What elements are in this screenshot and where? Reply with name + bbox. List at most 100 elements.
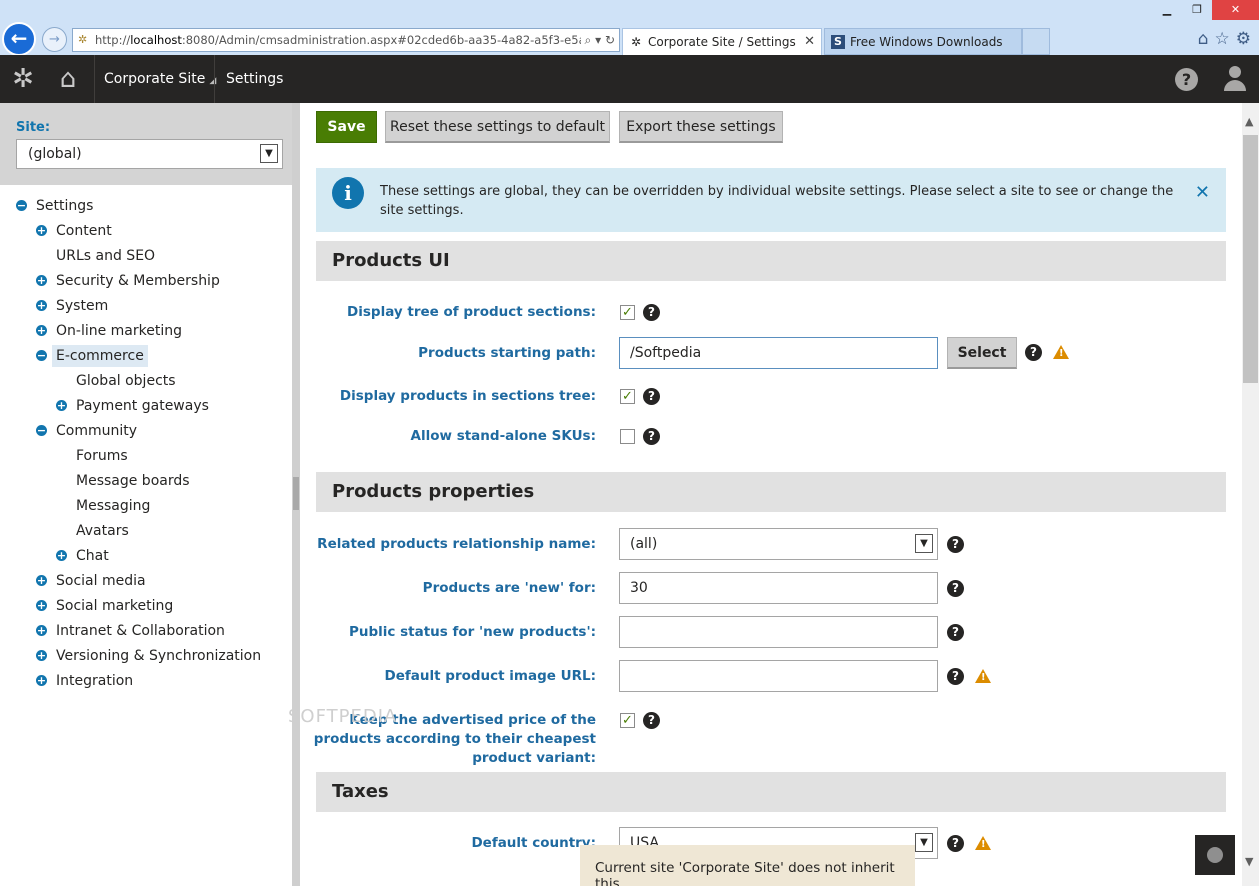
main-content: Save Reset these settings to default Exp… (300, 103, 1242, 886)
help-icon[interactable]: ? (643, 712, 660, 729)
favorites-star-icon[interactable]: ☆ (1215, 29, 1230, 49)
field-label: Products starting path: (418, 345, 596, 361)
new-for-input[interactable]: 30 (619, 572, 938, 604)
warning-icon: ! (1053, 345, 1069, 359)
new-tab-button[interactable] (1022, 28, 1050, 55)
kentico-favicon-icon: ✲ (630, 35, 642, 49)
forward-icon[interactable]: → (42, 27, 67, 52)
dropdown-icon[interactable]: ▾ (595, 33, 601, 47)
expand-icon[interactable]: + (36, 325, 47, 336)
tab-corporate-settings[interactable]: ✲ Corporate Site / Settings ✕ (622, 28, 822, 55)
scroll-up-icon[interactable]: ▲ (1245, 115, 1253, 128)
info-message: i These settings are global, they can be… (316, 168, 1226, 232)
public-status-input[interactable] (619, 616, 938, 648)
chevron-down-icon[interactable]: ▼ (260, 144, 278, 163)
expand-icon[interactable]: + (36, 275, 47, 286)
address-bar[interactable]: ✲ http://localhost:8080/Admin/cmsadminist… (72, 28, 620, 52)
standalone-skus-checkbox[interactable] (620, 429, 635, 444)
expand-icon[interactable]: + (36, 600, 47, 611)
display-products-tree-checkbox[interactable]: ✓ (620, 389, 635, 404)
vertical-scrollbar[interactable]: ▲ ▼ (1242, 103, 1259, 886)
help-icon[interactable]: ? (947, 536, 964, 553)
search-icon[interactable]: ⌕ (585, 33, 592, 47)
help-icon[interactable]: ? (947, 668, 964, 685)
help-icon[interactable]: ? (947, 835, 964, 852)
field-label: Default country: (471, 835, 596, 851)
help-icon[interactable]: ? (1025, 344, 1042, 361)
inheritance-tooltip: Current site 'Corporate Site' does not i… (580, 845, 915, 886)
help-icon[interactable]: ? (1175, 68, 1198, 91)
app-header: ✲ ⌂ Corporate Site ◢ Settings ? (0, 55, 1259, 103)
softpedia-favicon-icon: S (831, 35, 845, 49)
compass-icon[interactable] (1195, 835, 1235, 875)
site-selector[interactable]: Corporate Site ◢ (104, 55, 216, 105)
gear-icon[interactable]: ⚙ (1236, 29, 1251, 49)
tree-node-label: Settings (36, 198, 94, 214)
back-icon[interactable]: ← (2, 22, 36, 56)
help-icon[interactable]: ? (947, 624, 964, 641)
sidebar-splitter[interactable] (292, 103, 300, 886)
expand-icon[interactable]: + (36, 625, 47, 636)
tree-node-label: System (56, 298, 109, 314)
expand-icon[interactable]: + (56, 400, 67, 411)
help-icon[interactable]: ? (643, 304, 660, 321)
default-image-input[interactable] (619, 660, 938, 692)
help-icon[interactable]: ? (643, 388, 660, 405)
help-icon[interactable]: ? (643, 428, 660, 445)
tab-free-windows-downloads[interactable]: S Free Windows Downloads (824, 28, 1022, 55)
scroll-down-icon[interactable]: ▼ (1245, 855, 1253, 868)
relationship-select[interactable]: (all) ▼ (619, 528, 938, 560)
tree-node-label: URLs and SEO (56, 248, 156, 264)
select-path-button[interactable]: Select (947, 337, 1017, 369)
starting-path-input[interactable]: /Softpedia (619, 337, 938, 369)
tree-node-label: Versioning & Synchronization (56, 648, 262, 664)
restore-icon[interactable]: ❐ (1182, 0, 1212, 20)
display-tree-checkbox[interactable]: ✓ (620, 305, 635, 320)
url-rest: :8080/Admin/cmsadministration.aspx#02cde… (181, 33, 612, 47)
user-icon[interactable] (1223, 66, 1247, 92)
refresh-icon[interactable]: ↻ (605, 33, 615, 47)
save-button[interactable]: Save (316, 111, 377, 143)
divider (214, 55, 215, 103)
site-label: Site: (16, 120, 51, 135)
app-breadcrumb[interactable]: Settings (226, 55, 283, 103)
collapse-icon[interactable]: − (36, 350, 47, 361)
dismiss-icon[interactable]: ✕ (1195, 182, 1210, 203)
collapse-icon[interactable]: − (16, 200, 27, 211)
chevron-down-icon[interactable]: ▼ (915, 534, 933, 553)
section-products-ui: Products UI (316, 241, 1226, 281)
tree-node-label: Global objects (76, 373, 176, 389)
info-text: These settings are global, they can be o… (380, 184, 1174, 218)
scroll-thumb[interactable] (1243, 135, 1258, 383)
close-window-icon[interactable]: ✕ (1212, 0, 1259, 20)
help-icon[interactable]: ? (947, 580, 964, 597)
home-icon[interactable]: ⌂ (45, 55, 91, 103)
site-select[interactable]: (global) ▼ (16, 139, 283, 169)
expand-icon[interactable]: + (56, 550, 67, 561)
tree-node-label: Community (56, 423, 138, 439)
collapse-handle[interactable] (293, 477, 299, 510)
chevron-down-icon[interactable]: ▼ (915, 833, 933, 852)
close-tab-icon[interactable]: ✕ (804, 29, 815, 55)
tree-node-label: Payment gateways (76, 398, 209, 414)
collapse-icon[interactable]: − (36, 425, 47, 436)
expand-icon[interactable]: + (36, 225, 47, 236)
kentico-logo-icon[interactable]: ✲ (0, 55, 46, 103)
reset-defaults-button[interactable]: Reset these settings to default (385, 111, 610, 143)
browser-toolbar-icons: ⌂ ☆ ⚙ (1198, 29, 1251, 49)
field-label: Display tree of product sections: (347, 304, 596, 320)
tab-label: Corporate Site / Settings (648, 35, 796, 49)
expand-icon[interactable]: + (36, 300, 47, 311)
keep-price-checkbox[interactable]: ✓ (620, 713, 635, 728)
export-settings-button[interactable]: Export these settings (619, 111, 783, 143)
home-icon[interactable]: ⌂ (1198, 29, 1209, 49)
expand-icon[interactable]: + (36, 675, 47, 686)
section-taxes: Taxes (316, 772, 1226, 812)
expand-icon[interactable]: + (36, 575, 47, 586)
warning-icon: ! (975, 836, 991, 850)
expand-icon[interactable]: + (36, 650, 47, 661)
tree-node-label: Security & Membership (56, 273, 220, 289)
watermark: SOFTPEDIA (288, 706, 398, 727)
browser-chrome: ▁ ❐ ✕ ← → ✲ http://localhost:8080/Admin/c… (0, 0, 1259, 56)
minimize-icon[interactable]: ▁ (1152, 0, 1182, 20)
